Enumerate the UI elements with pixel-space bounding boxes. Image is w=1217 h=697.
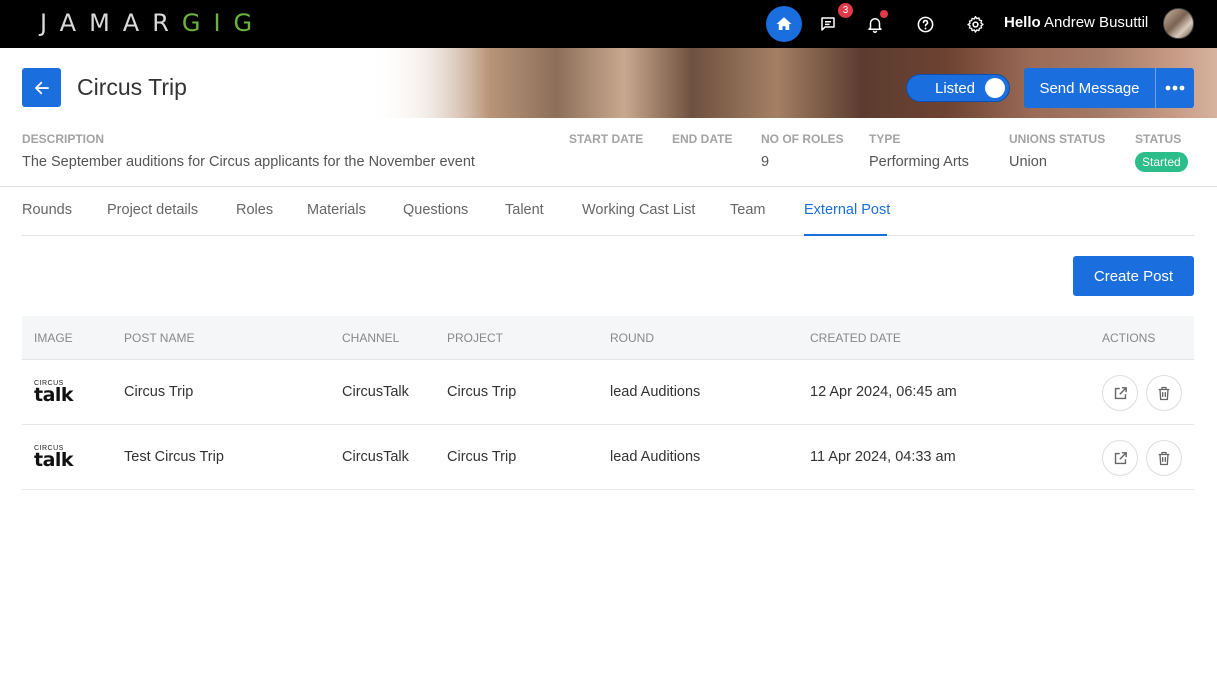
tab-working-cast-list[interactable]: Working Cast List bbox=[582, 202, 695, 218]
status-badge: Started bbox=[1135, 152, 1188, 172]
open-post-button[interactable] bbox=[1102, 440, 1138, 476]
meta-roles: NO OF ROLES 9 bbox=[761, 132, 844, 170]
cell-created-date: 12 Apr 2024, 06:45 am bbox=[810, 384, 957, 400]
tab-materials[interactable]: Materials bbox=[307, 202, 366, 218]
active-tab-indicator bbox=[804, 234, 887, 236]
send-message-button[interactable]: Send Message bbox=[1024, 68, 1155, 108]
meta-status: STATUS Started bbox=[1135, 132, 1188, 172]
meta-end-date: END DATE bbox=[672, 132, 732, 146]
settings-button[interactable] bbox=[957, 6, 993, 42]
column-header-channel: CHANNEL bbox=[342, 331, 400, 345]
column-header-created-date: CREATED DATE bbox=[810, 331, 901, 345]
status-label: STATUS bbox=[1135, 132, 1182, 146]
home-button[interactable] bbox=[766, 6, 802, 42]
home-icon bbox=[776, 17, 792, 30]
table-row: CIRCUS talk Circus Trip CircusTalk Circu… bbox=[22, 360, 1194, 425]
tab-project-details[interactable]: Project details bbox=[107, 202, 198, 218]
posts-table-header: IMAGE POST NAME CHANNEL PROJECT ROUND CR… bbox=[22, 316, 1194, 360]
avatar[interactable] bbox=[1163, 8, 1194, 39]
help-icon bbox=[917, 16, 933, 32]
tab-team[interactable]: Team bbox=[730, 202, 765, 218]
meta-unions: UNIONS STATUS Union bbox=[1009, 132, 1105, 170]
roles-value: 9 bbox=[761, 154, 770, 170]
user-name: Andrew Busuttil bbox=[1044, 14, 1149, 31]
type-label: TYPE bbox=[869, 132, 901, 146]
page-title: Circus Trip bbox=[77, 74, 187, 100]
unions-label: UNIONS STATUS bbox=[1009, 132, 1106, 146]
unions-value: Union bbox=[1009, 154, 1047, 170]
description-label: DESCRIPTION bbox=[22, 132, 105, 146]
create-post-button[interactable]: Create Post bbox=[1073, 256, 1194, 296]
bell-icon bbox=[868, 18, 882, 33]
type-value: Performing Arts bbox=[869, 154, 969, 170]
external-link-icon bbox=[1114, 386, 1127, 399]
help-button[interactable] bbox=[907, 6, 943, 42]
table-row: CIRCUS talk Test Circus Trip CircusTalk … bbox=[22, 425, 1194, 490]
toggle-knob bbox=[985, 78, 1005, 98]
post-thumbnail: CIRCUS talk bbox=[34, 445, 76, 471]
cell-channel: CircusTalk bbox=[342, 449, 409, 465]
listed-toggle-label: Listed bbox=[935, 80, 976, 97]
listed-toggle[interactable]: Listed bbox=[906, 74, 1010, 102]
column-header-image: IMAGE bbox=[34, 331, 73, 345]
notification-dot bbox=[880, 10, 888, 18]
column-header-round: ROUND bbox=[610, 331, 654, 345]
tab-talent[interactable]: Talent bbox=[505, 202, 544, 218]
cell-created-date: 11 Apr 2024, 04:33 am bbox=[810, 449, 956, 465]
cell-project: Circus Trip bbox=[447, 384, 517, 400]
thumbnail-logo-big: talk bbox=[34, 384, 74, 406]
post-thumbnail: CIRCUS talk bbox=[34, 380, 76, 406]
arrow-left-icon bbox=[34, 81, 49, 94]
column-header-project: PROJECT bbox=[447, 331, 504, 345]
top-navbar: JAMARGIG 3 Hello Andrew Busuttil bbox=[0, 0, 1217, 48]
more-options-button[interactable] bbox=[1155, 68, 1194, 108]
column-header-actions: ACTIONS bbox=[1102, 331, 1156, 345]
cell-channel: CircusTalk bbox=[342, 384, 409, 400]
meta-start-date: START DATE bbox=[569, 132, 643, 146]
tab-external-post[interactable]: External Post bbox=[804, 202, 890, 218]
messages-count-badge: 3 bbox=[837, 2, 854, 19]
logo-text-part1: JAMAR bbox=[40, 9, 182, 37]
tab-roles[interactable]: Roles bbox=[236, 202, 273, 218]
cell-post-name: Circus Trip bbox=[124, 384, 194, 400]
greeting-word: Hello bbox=[1004, 14, 1041, 31]
cell-round: lead Auditions bbox=[610, 384, 701, 400]
meta-description: DESCRIPTION The September auditions for … bbox=[22, 132, 475, 170]
trash-icon bbox=[1158, 451, 1170, 465]
meta-type: TYPE Performing Arts bbox=[869, 132, 969, 170]
delete-post-button[interactable] bbox=[1146, 440, 1182, 476]
user-greeting[interactable]: Hello Andrew Busuttil bbox=[1004, 14, 1148, 31]
delete-post-button[interactable] bbox=[1146, 375, 1182, 411]
gear-icon bbox=[966, 15, 984, 33]
chat-icon bbox=[821, 17, 835, 31]
logo-text-part2: GIG bbox=[181, 9, 266, 37]
description-value: The September auditions for Circus appli… bbox=[22, 154, 475, 170]
end-date-label: END DATE bbox=[672, 132, 733, 146]
trash-icon bbox=[1158, 386, 1170, 400]
tab-rounds[interactable]: Rounds bbox=[22, 202, 72, 218]
open-post-button[interactable] bbox=[1102, 375, 1138, 411]
tab-bar: Rounds Project details Roles Materials Q… bbox=[22, 187, 1194, 236]
tab-questions[interactable]: Questions bbox=[403, 202, 468, 218]
app-logo[interactable]: JAMARGIG bbox=[40, 9, 265, 37]
back-button[interactable] bbox=[22, 68, 61, 107]
start-date-label: START DATE bbox=[569, 132, 644, 146]
thumbnail-logo-big: talk bbox=[34, 449, 74, 471]
roles-label: NO OF ROLES bbox=[761, 132, 844, 146]
column-header-post-name: POST NAME bbox=[124, 331, 195, 345]
more-dots-icon bbox=[1165, 85, 1185, 91]
cell-project: Circus Trip bbox=[447, 449, 517, 465]
cell-post-name: Test Circus Trip bbox=[124, 449, 224, 465]
external-link-icon bbox=[1114, 451, 1127, 464]
banner-fade bbox=[370, 48, 490, 118]
cell-round: lead Auditions bbox=[610, 449, 701, 465]
